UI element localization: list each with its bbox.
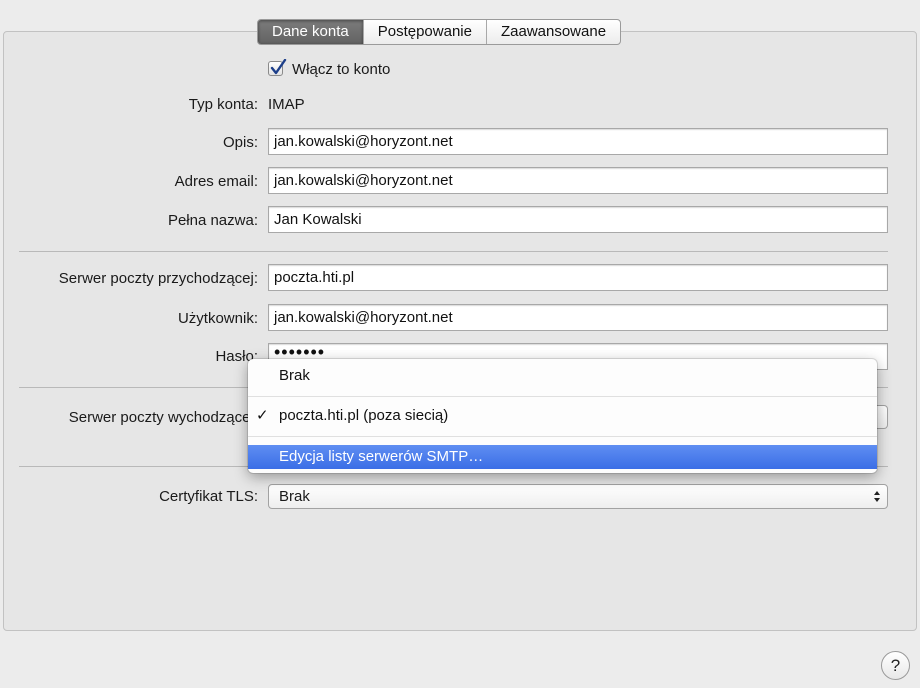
- updown-arrows-icon: [874, 491, 880, 502]
- preferences-panel: [3, 31, 917, 631]
- section-divider: [19, 251, 888, 252]
- menu-check-icon: ✓: [256, 407, 269, 424]
- email-label: Adres email:: [174, 173, 258, 190]
- help-button[interactable]: ?: [881, 651, 910, 680]
- tab-advanced[interactable]: Zaawansowane: [485, 20, 620, 44]
- menu-separator: [248, 396, 877, 397]
- tls-certificate-label: Certyfikat TLS:: [159, 488, 258, 505]
- menu-item-poczta-hti[interactable]: ✓ poczta.hti.pl (poza siecią): [248, 404, 877, 428]
- tab-mailbox-behaviors[interactable]: Postępowanie: [362, 20, 486, 44]
- incoming-server-field[interactable]: poczta.hti.pl: [268, 264, 888, 291]
- menu-separator: [248, 436, 877, 437]
- account-type-value: IMAP: [268, 96, 305, 113]
- tls-certificate-popup[interactable]: Brak: [268, 484, 888, 509]
- enable-account-checkbox[interactable]: [268, 59, 287, 76]
- incoming-server-label: Serwer poczty przychodzącej:: [58, 270, 258, 287]
- username-field[interactable]: jan.kowalski@horyzont.net: [268, 304, 888, 331]
- tab-account-info[interactable]: Dane konta: [258, 20, 363, 44]
- menu-item-none[interactable]: Brak: [248, 364, 877, 388]
- tab-bar: Dane konta Postępowanie Zaawansowane: [257, 19, 622, 45]
- account-type-label: Typ konta:: [188, 96, 258, 113]
- full-name-label: Pełna nazwa:: [167, 212, 258, 229]
- full-name-field[interactable]: Jan Kowalski: [268, 206, 888, 233]
- description-field[interactable]: jan.kowalski@horyzont.net: [268, 128, 888, 155]
- description-label: Opis:: [222, 134, 258, 151]
- email-field[interactable]: jan.kowalski@horyzont.net: [268, 167, 888, 194]
- menu-item-edit-smtp-list[interactable]: Edycja listy serwerów SMTP…: [248, 445, 877, 469]
- outgoing-server-label: Serwer poczty wychodzącej:: [68, 409, 258, 426]
- checkmark-icon: [270, 59, 287, 75]
- username-label: Użytkownik:: [177, 310, 258, 327]
- smtp-server-menu: Brak ✓ poczta.hti.pl (poza siecią) Edycj…: [248, 359, 877, 473]
- tls-certificate-value: Brak: [279, 488, 310, 505]
- enable-account-label[interactable]: Włącz to konto: [292, 61, 390, 78]
